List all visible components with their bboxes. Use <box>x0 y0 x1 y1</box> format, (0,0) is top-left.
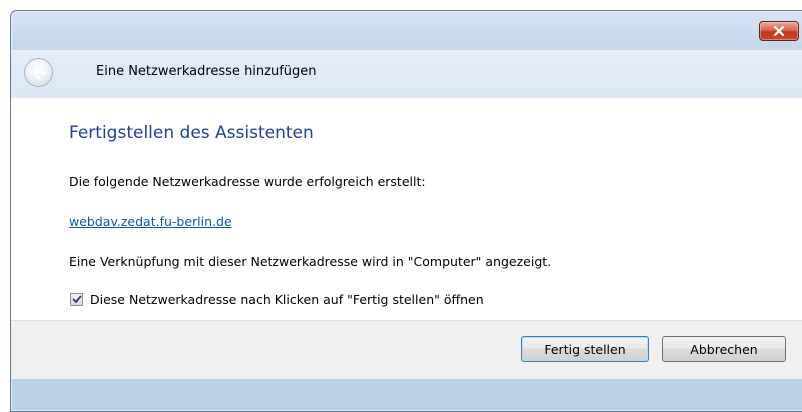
back-arrow-icon <box>32 66 46 79</box>
close-button[interactable] <box>759 21 799 41</box>
finish-button[interactable]: Fertig stellen <box>521 336 649 362</box>
network-address-link[interactable]: webdav.zedat.fu-berlin.de <box>69 214 232 229</box>
back-button[interactable] <box>24 58 53 87</box>
success-text: Die folgende Netzwerkadresse wurde erfol… <box>69 174 426 189</box>
wizard-title: Eine Netzwerkadresse hinzufügen <box>96 64 317 79</box>
page-heading: Fertigstellen des Assistenten <box>69 123 314 143</box>
open-address-checkbox[interactable] <box>70 293 83 306</box>
open-address-checkbox-label[interactable]: Diese Netzwerkadresse nach Klicken auf "… <box>90 292 484 307</box>
shortcut-info-text: Eine Verknüpfung mit dieser Netzwerkadre… <box>69 254 552 269</box>
checkmark-icon <box>72 295 81 303</box>
close-icon <box>773 26 785 36</box>
cancel-button[interactable]: Abbrechen <box>662 336 786 362</box>
